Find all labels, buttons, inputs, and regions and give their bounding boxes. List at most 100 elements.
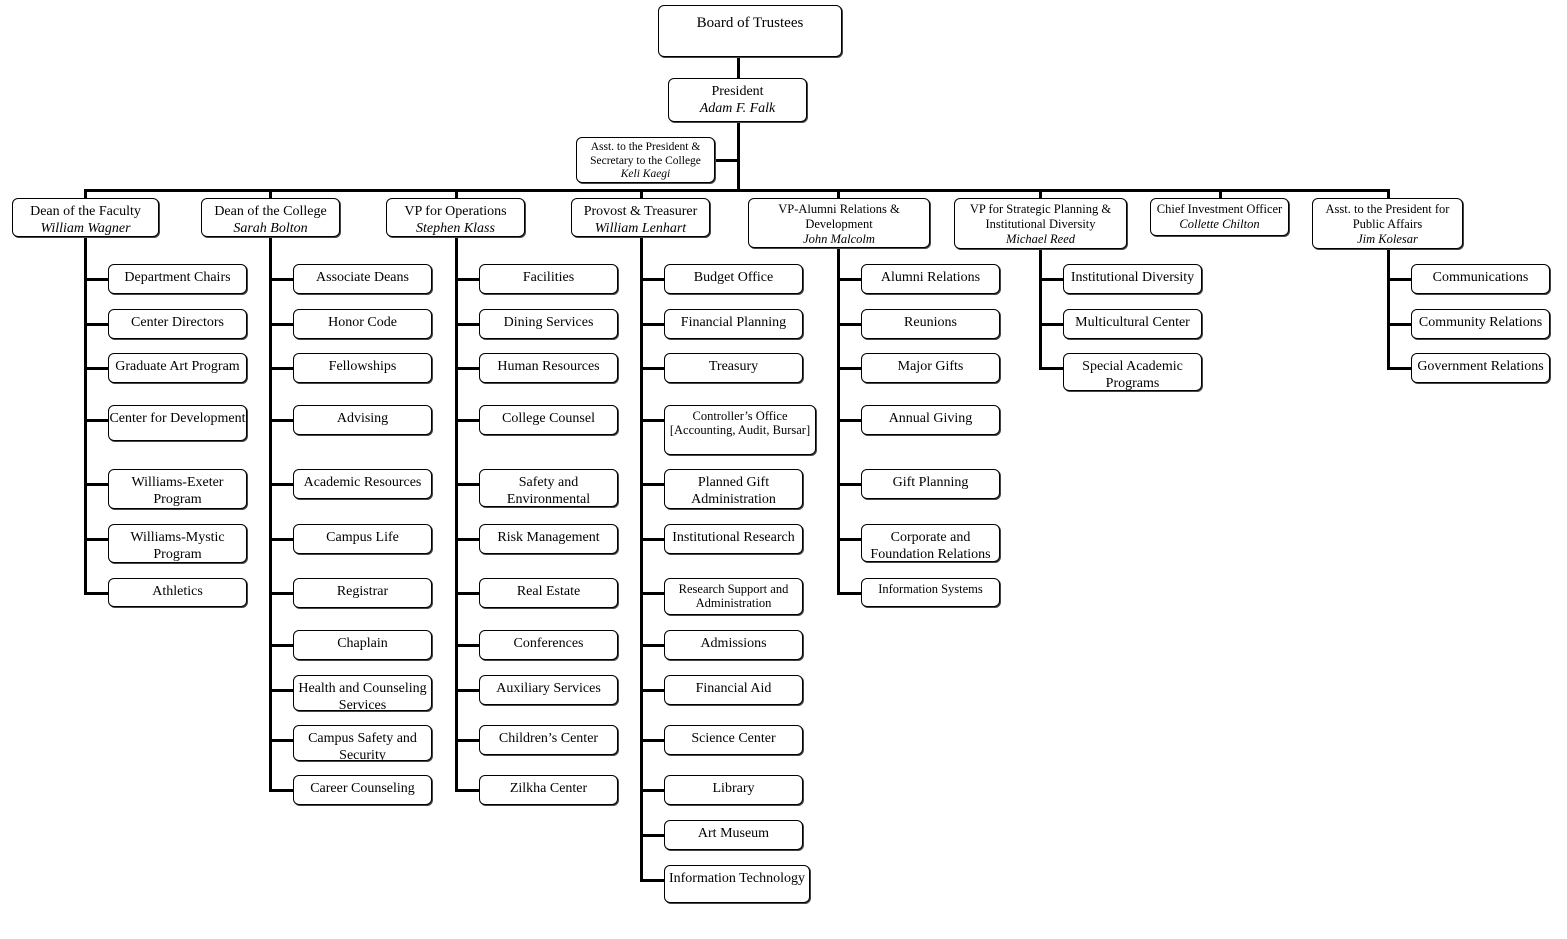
box-name: William Lenhart xyxy=(594,221,687,236)
unit-title: Campus Safety and Security xyxy=(308,731,417,761)
connector-line xyxy=(1039,367,1063,370)
unit-title: Graduate Art Program xyxy=(115,359,240,374)
unit-title: Department Chairs xyxy=(124,270,231,285)
unit-box: Advising xyxy=(293,405,432,435)
connector-line xyxy=(837,248,840,595)
unit-box: Campus Safety and Security xyxy=(293,725,432,761)
box-title: VP for Strategic Planning & Institutiona… xyxy=(969,202,1112,231)
connector-line xyxy=(455,483,479,486)
unit-title: Library xyxy=(712,781,755,796)
connector-line xyxy=(640,592,664,595)
connector-line xyxy=(837,538,861,541)
unit-box: Center Directors xyxy=(108,309,247,339)
connector-line xyxy=(1387,249,1390,370)
unit-title: Admissions xyxy=(700,636,767,651)
connector-line xyxy=(640,538,664,541)
department-box: Provost & Treasurer William Lenhart xyxy=(571,198,710,237)
unit-title: Financial Aid xyxy=(695,681,772,696)
box-name: Keli Kaegi xyxy=(620,168,671,180)
unit-box: Multicultural Center xyxy=(1063,309,1202,339)
unit-box: Athletics xyxy=(108,578,247,607)
unit-title: Athletics xyxy=(152,584,203,599)
box-title: Asst. to the President for Public Affair… xyxy=(1325,202,1450,231)
unit-box: Financial Aid xyxy=(664,675,803,705)
connector-line xyxy=(640,483,664,486)
unit-box: Real Estate xyxy=(479,578,618,608)
unit-box: Campus Life xyxy=(293,524,432,554)
unit-box: Registrar xyxy=(293,578,432,608)
unit-box: Williams-Exeter Program xyxy=(108,469,247,509)
box-title: Dean of the Faculty xyxy=(30,204,141,219)
unit-title: Campus Life xyxy=(326,530,399,545)
unit-box: Admissions xyxy=(664,630,803,660)
unit-box: Research Support and Administration xyxy=(664,578,803,615)
unit-title: Career Counseling xyxy=(310,781,415,796)
unit-title: Williams-Exeter Program xyxy=(131,475,224,507)
unit-box: Information Technology xyxy=(664,865,810,903)
connector-line xyxy=(269,789,293,792)
unit-title: Chaplain xyxy=(337,636,388,651)
box-title: Dean of the College xyxy=(214,204,327,219)
unit-title: Communications xyxy=(1432,270,1529,285)
box-title: VP-Alumni Relations & Development xyxy=(778,202,900,231)
connector-line xyxy=(269,419,293,422)
unit-title: Government Relations xyxy=(1417,359,1544,374)
department-box: VP-Alumni Relations & Development John Ma… xyxy=(748,198,930,248)
unit-title: Honor Code xyxy=(328,315,397,330)
unit-title: College Counsel xyxy=(502,411,595,426)
box-name: Collette Chilton xyxy=(1179,217,1260,231)
connector-line xyxy=(1387,367,1411,370)
unit-box: Major Gifts xyxy=(861,353,1000,383)
connector-line xyxy=(455,237,458,792)
connector-line xyxy=(837,592,861,595)
unit-title: Real Estate xyxy=(516,584,581,599)
unit-title: Alumni Relations xyxy=(880,270,981,285)
unit-title: Health and Counseling Services xyxy=(298,681,427,711)
connector-line xyxy=(455,739,479,742)
unit-box: Institutional Diversity xyxy=(1063,264,1202,294)
connector-line xyxy=(455,644,479,647)
unit-box: Planned Gift Administration xyxy=(664,469,803,509)
connector-line xyxy=(84,367,108,370)
unit-title: Facilities xyxy=(522,270,575,285)
connector-line xyxy=(84,419,108,422)
connector-line xyxy=(455,323,479,326)
connector-line xyxy=(455,367,479,370)
department-box: Chief Investment Officer Collette Chilton xyxy=(1150,198,1289,236)
unit-title: Williams-Mystic Program xyxy=(130,530,225,562)
unit-title: Art Museum xyxy=(697,826,770,841)
connector-line xyxy=(269,644,293,647)
connector-line xyxy=(269,739,293,742)
connector-line xyxy=(837,278,861,281)
connector-line xyxy=(455,538,479,541)
unit-title: Annual Giving xyxy=(888,411,973,426)
unit-box: Gift Planning xyxy=(861,469,1000,499)
unit-box: Zilkha Center xyxy=(479,775,618,805)
unit-box: Risk Management xyxy=(479,524,618,554)
unit-box: Community Relations xyxy=(1411,309,1550,339)
connector-line xyxy=(455,278,479,281)
unit-title: Major Gifts xyxy=(897,359,964,374)
connector-line xyxy=(84,278,108,281)
unit-title: Fellowships xyxy=(328,359,397,374)
connector-line xyxy=(84,592,108,595)
department-box: Dean of the College Sarah Bolton xyxy=(201,198,340,237)
unit-box: Reunions xyxy=(861,309,1000,339)
box-name: Michael Reed xyxy=(1005,232,1076,246)
unit-box: Facilities xyxy=(479,264,618,294)
connector-line xyxy=(640,739,664,742)
box-name: Sarah Bolton xyxy=(233,221,308,236)
unit-box: Alumni Relations xyxy=(861,264,1000,294)
unit-box: Graduate Art Program xyxy=(108,353,247,383)
unit-title: Children’s Center xyxy=(498,731,599,746)
department-box: VP for Operations Stephen Klass xyxy=(386,198,525,237)
unit-title: Conferences xyxy=(513,636,584,651)
unit-box: Department Chairs xyxy=(108,264,247,294)
connector-line xyxy=(837,323,861,326)
unit-box: Dining Services xyxy=(479,309,618,339)
unit-title: Risk Management xyxy=(497,530,600,545)
unit-title: Associate Deans xyxy=(316,270,409,285)
box-title: Board of Trustees xyxy=(696,15,804,31)
connector-line xyxy=(640,879,664,882)
unit-box: Safety and Environmental xyxy=(479,469,618,507)
